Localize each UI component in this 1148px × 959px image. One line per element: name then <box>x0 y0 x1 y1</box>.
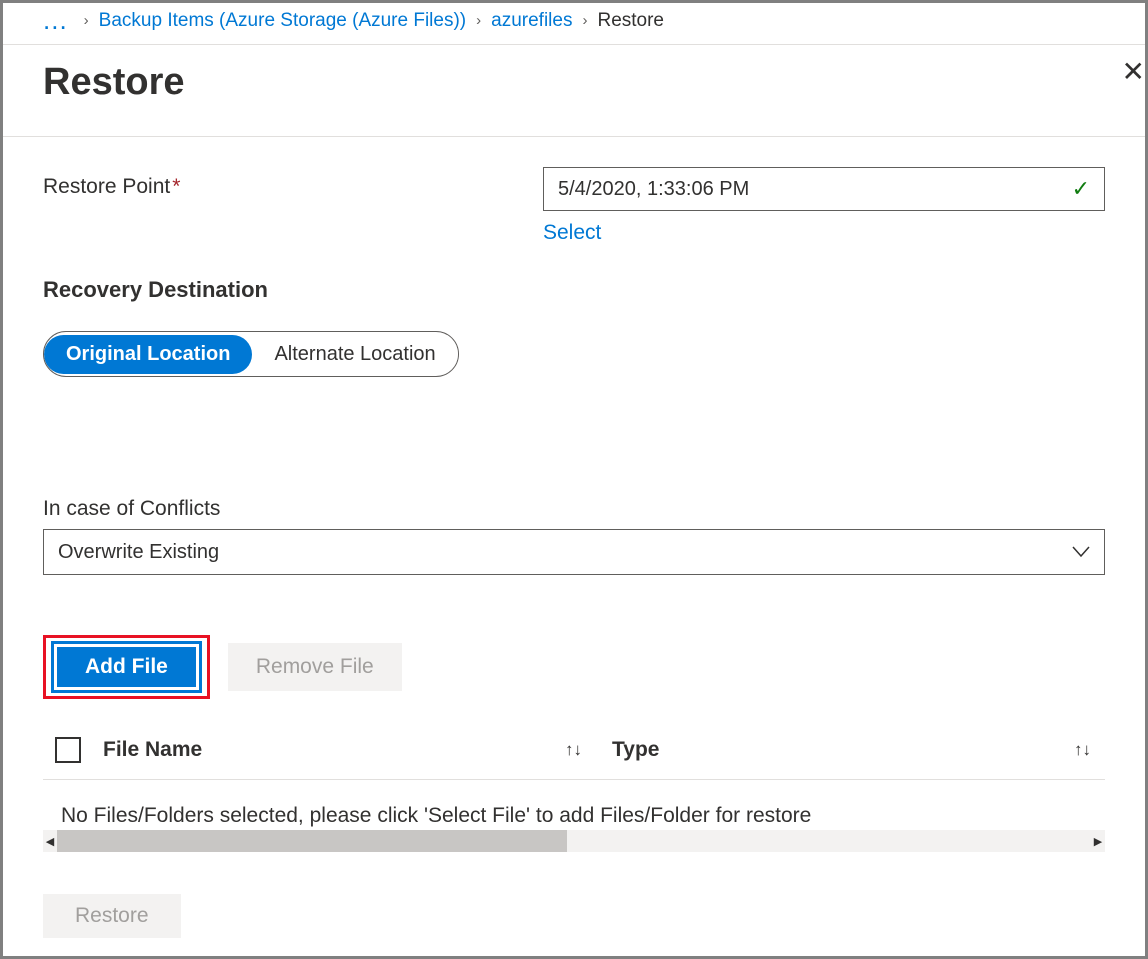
sort-icon[interactable]: ↑↓ <box>565 740 582 760</box>
remove-file-button[interactable]: Remove File <box>228 643 402 691</box>
chevron-right-icon: › <box>476 12 481 29</box>
empty-table-message: No Files/Folders selected, please click … <box>43 780 1105 828</box>
horizontal-scrollbar[interactable]: ◀ ▶ <box>43 830 1105 852</box>
original-location-option[interactable]: Original Location <box>44 335 252 374</box>
page-header: Restore <box>3 45 1145 137</box>
add-file-button[interactable]: Add File <box>54 644 199 690</box>
recovery-destination-toggle: Original Location Alternate Location <box>43 331 459 377</box>
breadcrumb: ... › Backup Items (Azure Storage (Azure… <box>3 3 1145 45</box>
restore-button[interactable]: Restore <box>43 894 181 938</box>
conflicts-dropdown[interactable]: Overwrite Existing <box>43 529 1105 575</box>
sort-icon[interactable]: ↑↓ <box>1074 740 1091 760</box>
scroll-left-icon[interactable]: ◀ <box>43 830 57 852</box>
scroll-thumb[interactable] <box>57 830 567 852</box>
conflicts-label: In case of Conflicts <box>43 497 1105 521</box>
chevron-right-icon: › <box>582 12 587 29</box>
breadcrumb-backup-items[interactable]: Backup Items (Azure Storage (Azure Files… <box>99 10 466 32</box>
checkmark-icon: ✓ <box>1072 176 1090 202</box>
alternate-location-option[interactable]: Alternate Location <box>252 335 457 374</box>
scroll-right-icon[interactable]: ▶ <box>1091 830 1105 852</box>
conflicts-value: Overwrite Existing <box>58 541 219 564</box>
select-restore-point-link[interactable]: Select <box>543 221 601 245</box>
select-all-checkbox[interactable] <box>55 737 81 763</box>
breadcrumb-ellipsis[interactable]: ... <box>43 5 68 36</box>
chevron-down-icon <box>1072 542 1090 563</box>
recovery-destination-heading: Recovery Destination <box>43 277 1105 303</box>
restore-point-label: Restore Point* <box>43 167 543 199</box>
breadcrumb-restore: Restore <box>597 10 664 32</box>
column-filename[interactable]: File Name <box>103 738 202 762</box>
restore-point-value: 5/4/2020, 1:33:06 PM <box>558 178 749 201</box>
breadcrumb-azurefiles[interactable]: azurefiles <box>491 10 572 32</box>
footer: Restore <box>3 876 1145 956</box>
restore-point-input[interactable]: 5/4/2020, 1:33:06 PM ✓ <box>543 167 1105 211</box>
close-icon[interactable]: ✕ <box>1122 55 1145 88</box>
column-type[interactable]: Type <box>612 738 659 762</box>
add-file-highlight: Add File <box>43 635 210 699</box>
page-title: Restore <box>43 61 185 104</box>
chevron-right-icon: › <box>84 12 89 29</box>
table-header: File Name ↑↓ Type ↑↓ <box>43 727 1105 780</box>
